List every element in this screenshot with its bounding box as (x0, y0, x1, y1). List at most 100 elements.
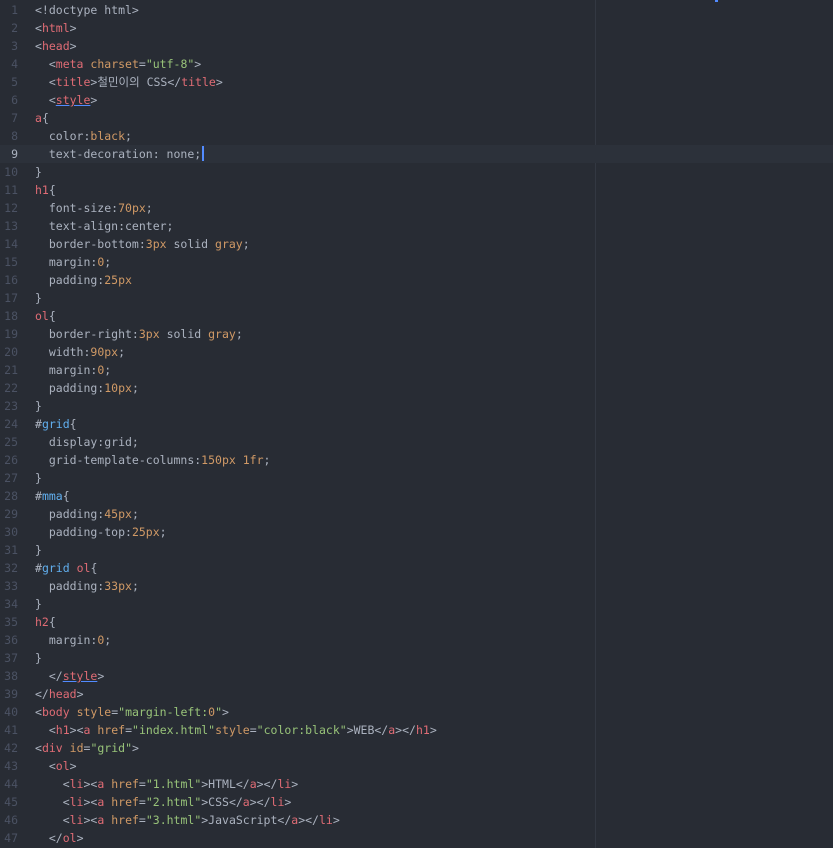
code-line[interactable]: 39 </head> (0, 685, 833, 703)
code-text[interactable]: border-right:3px solid gray; (35, 325, 243, 343)
code-text[interactable]: padding:45px; (35, 505, 139, 523)
code-text[interactable]: padding-top:25px; (35, 523, 167, 541)
code-line[interactable]: 16 padding:25px (0, 271, 833, 289)
code-line[interactable]: 2 <html> (0, 19, 833, 37)
code-text[interactable]: color:black; (35, 127, 132, 145)
code-token: ; (104, 363, 112, 377)
code-text[interactable]: grid-template-columns:150px 1fr; (35, 451, 271, 469)
code-line[interactable]: 26 grid-template-columns:150px 1fr; (0, 451, 833, 469)
code-text[interactable]: <meta charset="utf-8"> (35, 55, 201, 73)
code-text[interactable]: text-align:center; (35, 217, 174, 235)
code-text[interactable]: } (35, 541, 42, 559)
code-text[interactable]: </style> (35, 667, 104, 685)
code-text[interactable]: <li><a href="2.html">CSS</a></li> (35, 793, 292, 811)
code-line[interactable]: 29 padding:45px; (0, 505, 833, 523)
code-line[interactable]: 3 <head> (0, 37, 833, 55)
code-text[interactable]: border-bottom:3px solid gray; (35, 235, 250, 253)
code-text[interactable]: display:grid; (35, 433, 139, 451)
code-line[interactable]: 36 margin:0; (0, 631, 833, 649)
code-line[interactable]: 10} (0, 163, 833, 181)
code-text[interactable]: <!doctype html> (35, 1, 139, 19)
code-text[interactable]: } (35, 163, 42, 181)
code-line[interactable]: 38 </style> (0, 667, 833, 685)
code-token: ></ (249, 795, 271, 809)
code-line[interactable]: 23} (0, 397, 833, 415)
code-line[interactable]: 5 <title>철민이의 CSS</title> (0, 73, 833, 91)
code-line[interactable]: 24 #grid{ (0, 415, 833, 433)
code-text[interactable]: <ol> (35, 757, 77, 775)
code-text[interactable]: </ol> (35, 829, 84, 847)
code-line[interactable]: 43 <ol> (0, 757, 833, 775)
code-line[interactable]: 47 </ol> (0, 829, 833, 847)
code-text[interactable]: <li><a href="1.html">HTML</a></li> (35, 775, 299, 793)
code-text[interactable]: margin:0; (35, 631, 111, 649)
code-line[interactable]: 15 margin:0; (0, 253, 833, 271)
code-text[interactable]: <h1><a href="index.html"style="color:bla… (35, 721, 437, 739)
code-text[interactable]: <head> (35, 37, 77, 55)
code-line[interactable]: 18 ol{ (0, 307, 833, 325)
code-line[interactable]: 30 padding-top:25px; (0, 523, 833, 541)
code-line[interactable]: 20 width:90px; (0, 343, 833, 361)
code-text[interactable]: #grid ol{ (35, 559, 97, 577)
code-line[interactable]: 41 <h1><a href="index.html"style="color:… (0, 721, 833, 739)
code-line[interactable]: 14 border-bottom:3px solid gray; (0, 235, 833, 253)
code-text[interactable]: text-decoration: none; (35, 145, 205, 163)
code-text[interactable]: <html> (35, 19, 77, 37)
code-text[interactable]: padding:10px; (35, 379, 139, 397)
code-line[interactable]: 8 color:black; (0, 127, 833, 145)
code-text[interactable]: padding:33px; (35, 577, 139, 595)
code-text[interactable]: </head> (35, 685, 84, 703)
code-line[interactable]: 25 display:grid; (0, 433, 833, 451)
code-text[interactable]: margin:0; (35, 253, 111, 271)
code-line[interactable]: 12 font-size:70px; (0, 199, 833, 217)
code-line[interactable]: 32 #grid ol{ (0, 559, 833, 577)
code-line[interactable]: 40 <body style="margin-left:0"> (0, 703, 833, 721)
code-text[interactable]: <li><a href="3.html">JavaScript</a></li> (35, 811, 340, 829)
code-line[interactable]: 44 <li><a href="1.html">HTML</a></li> (0, 775, 833, 793)
code-line[interactable]: 28 #mma{ (0, 487, 833, 505)
code-text[interactable]: <title>철민이의 CSS</title> (35, 73, 223, 91)
code-line[interactable]: 46 <li><a href="3.html">JavaScript</a></… (0, 811, 833, 829)
code-text[interactable]: } (35, 595, 42, 613)
code-line[interactable]: 9 text-decoration: none; (0, 145, 833, 163)
code-text[interactable]: } (35, 649, 42, 667)
code-token: grid (41, 561, 70, 575)
code-text[interactable]: width:90px; (35, 343, 125, 361)
code-line[interactable]: 31} (0, 541, 833, 559)
code-line[interactable]: 37} (0, 649, 833, 667)
code-text[interactable]: <body style="margin-left:0"> (35, 703, 229, 721)
code-line[interactable]: 34} (0, 595, 833, 613)
code-text[interactable]: ol{ (35, 307, 56, 325)
code-text[interactable]: #mma{ (35, 487, 70, 505)
code-line[interactable]: 45 <li><a href="2.html">CSS</a></li> (0, 793, 833, 811)
code-line[interactable]: 22 padding:10px; (0, 379, 833, 397)
code-editor[interactable]: 1 <!doctype html> 2 <html> 3 <head> 4 <meta ch… (0, 0, 833, 848)
code-text[interactable]: #grid{ (35, 415, 77, 433)
code-line[interactable]: 1 <!doctype html> (0, 1, 833, 19)
code-text[interactable]: } (35, 469, 42, 487)
code-text[interactable]: a{ (35, 109, 49, 127)
code-text[interactable]: font-size:70px; (35, 199, 153, 217)
code-text[interactable]: h2{ (35, 613, 56, 631)
code-text[interactable]: margin:0; (35, 361, 111, 379)
code-line[interactable]: 6 <style> (0, 91, 833, 109)
code-text[interactable]: } (35, 397, 42, 415)
code-line[interactable]: 11 h1{ (0, 181, 833, 199)
code-text[interactable]: <div id="grid"> (35, 739, 139, 757)
code-line[interactable]: 7 a{ (0, 109, 833, 127)
code-text[interactable]: padding:25px (35, 271, 132, 289)
code-line[interactable]: 4 <meta charset="utf-8"> (0, 55, 833, 73)
code-lines[interactable]: 1 <!doctype html> 2 <html> 3 <head> 4 <meta ch… (0, 1, 833, 847)
code-line[interactable]: 27} (0, 469, 833, 487)
code-text[interactable]: h1{ (35, 181, 56, 199)
code-line[interactable]: 33 padding:33px; (0, 577, 833, 595)
code-line[interactable]: 35 h2{ (0, 613, 833, 631)
code-line[interactable]: 21 margin:0; (0, 361, 833, 379)
code-line[interactable]: 17} (0, 289, 833, 307)
code-line[interactable]: 19 border-right:3px solid gray; (0, 325, 833, 343)
code-text[interactable]: } (35, 289, 42, 307)
code-line[interactable]: 13 text-align:center; (0, 217, 833, 235)
code-text[interactable]: <style> (35, 91, 98, 109)
code-line[interactable]: 42 <div id="grid"> (0, 739, 833, 757)
